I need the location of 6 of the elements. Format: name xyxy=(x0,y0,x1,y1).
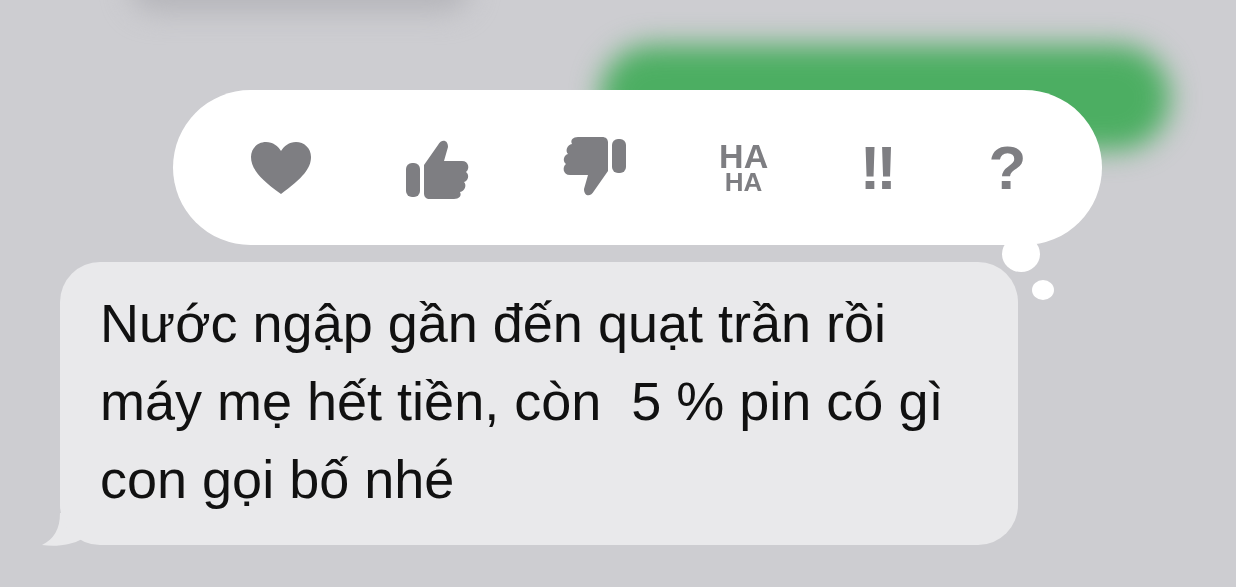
exclamation-button[interactable]: !! xyxy=(859,136,897,199)
question-button[interactable]: ? xyxy=(988,136,1027,199)
message-text: Nước ngập gần đến quạt trần rồi máy mẹ hết tiền, còn 5 % pin có gì con gọi bố nhé xyxy=(100,292,945,511)
thought-dot xyxy=(1032,280,1054,300)
heart-icon[interactable] xyxy=(248,139,313,196)
haha-button[interactable]: HA HA xyxy=(719,142,769,193)
